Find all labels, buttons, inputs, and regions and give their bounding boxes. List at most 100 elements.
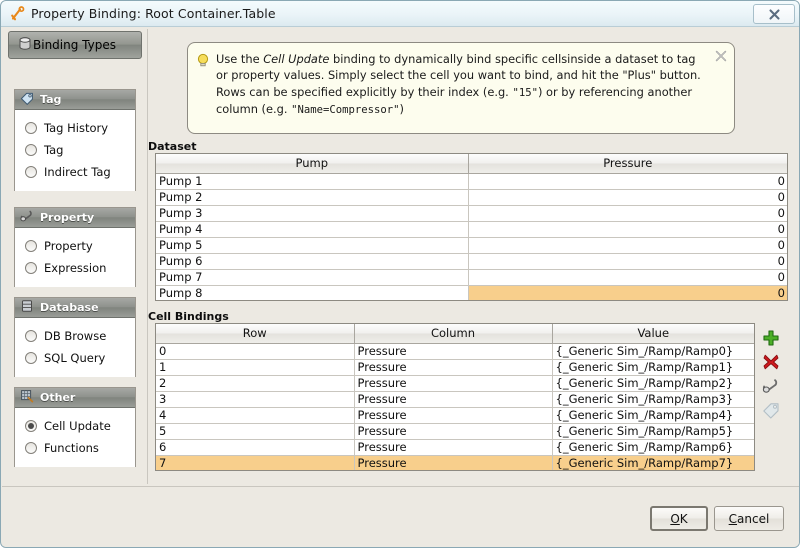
cell-bindings-actions <box>760 327 788 423</box>
window-close-button[interactable] <box>753 4 795 24</box>
radio-label: Indirect Tag <box>44 165 111 179</box>
add-binding-button[interactable] <box>760 327 782 349</box>
table-row[interactable]: 6 Pressure {_Generic Sim_/Ramp/Ramp6} <box>156 439 754 455</box>
table-row[interactable]: Pump 7 0 <box>156 269 787 285</box>
radio-indirect-tag[interactable]: Indirect Tag <box>25 161 135 183</box>
dataset-cell-pump[interactable]: Pump 1 <box>156 173 468 189</box>
section-header-database[interactable]: Database <box>15 298 135 318</box>
cb-cell-value[interactable]: {_Generic Sim_/Ramp/Ramp6} <box>552 439 754 455</box>
radio-label: Property <box>44 239 93 253</box>
table-row[interactable]: Pump 8 0 <box>156 285 787 301</box>
cb-cell-row[interactable]: 2 <box>156 375 354 391</box>
main-content: Use the Cell Update binding to dynamical… <box>148 27 800 486</box>
dataset-col-header[interactable]: Pump <box>156 154 468 173</box>
radio-sql-query[interactable]: SQL Query <box>25 347 135 369</box>
table-row[interactable]: 5 Pressure {_Generic Sim_/Ramp/Ramp5} <box>156 423 754 439</box>
table-row[interactable]: Pump 4 0 <box>156 221 787 237</box>
bind-tag-button[interactable] <box>760 399 782 421</box>
table-row[interactable]: Pump 6 0 <box>156 253 787 269</box>
ok-button[interactable]: OK <box>650 506 708 531</box>
dataset-cell-pump[interactable]: Pump 6 <box>156 253 468 269</box>
info-text-4: ) <box>400 102 404 116</box>
radio-db-browse[interactable]: DB Browse <box>25 325 135 347</box>
radio-tag[interactable]: Tag <box>25 139 135 161</box>
dataset-cell-pump[interactable]: Pump 3 <box>156 205 468 221</box>
radio-label: Tag <box>44 143 63 157</box>
dataset-cell-pressure[interactable]: 0 <box>468 205 787 221</box>
dataset-label: Dataset <box>148 140 197 153</box>
cb-cell-row[interactable]: 4 <box>156 407 354 423</box>
dataset-cell-pressure[interactable]: 0 <box>468 237 787 253</box>
cb-cell-value[interactable]: {_Generic Sim_/Ramp/Ramp2} <box>552 375 754 391</box>
info-text-1: Use the <box>216 52 263 66</box>
cb-cell-value[interactable]: {_Generic Sim_/Ramp/Ramp5} <box>552 423 754 439</box>
cb-cell-value[interactable]: {_Generic Sim_/Ramp/Ramp3} <box>552 391 754 407</box>
radio-tag-history[interactable]: Tag History <box>25 117 135 139</box>
radio-property[interactable]: Property <box>25 235 135 257</box>
radio-functions[interactable]: Functions <box>25 437 135 459</box>
dataset-cell-pressure[interactable]: 0 <box>468 173 787 189</box>
dataset-cell-pressure[interactable]: 0 <box>468 269 787 285</box>
cb-cell-column[interactable]: Pressure <box>354 343 552 359</box>
cb-cell-row[interactable]: 1 <box>156 359 354 375</box>
table-row[interactable]: Pump 5 0 <box>156 237 787 253</box>
dataset-cell-pressure-selected[interactable]: 0 <box>468 285 787 301</box>
dataset-cell-pump[interactable]: Pump 2 <box>156 189 468 205</box>
dataset-cell-pump[interactable]: Pump 8 <box>156 285 468 301</box>
radio-cell-update[interactable]: Cell Update <box>25 415 135 437</box>
delete-binding-button[interactable] <box>760 351 782 373</box>
cb-cell-value[interactable]: {_Generic Sim_/Ramp/Ramp7} <box>552 455 754 471</box>
cb-cell-row[interactable]: 5 <box>156 423 354 439</box>
cb-cell-value[interactable]: {_Generic Sim_/Ramp/Ramp1} <box>552 359 754 375</box>
bind-property-button[interactable] <box>760 375 782 397</box>
cb-cell-row[interactable]: 7 <box>156 455 354 471</box>
section-header-other[interactable]: Other <box>15 388 135 408</box>
cb-cell-column[interactable]: Pressure <box>354 439 552 455</box>
cb-cell-column[interactable]: Pressure <box>354 423 552 439</box>
cancel-rest: ancel <box>737 512 769 526</box>
cb-cell-row[interactable]: 3 <box>156 391 354 407</box>
cell-bindings-table[interactable]: Row Column Value 0 Pressure {_Generic Si… <box>155 323 755 471</box>
table-row[interactable]: 2 Pressure {_Generic Sim_/Ramp/Ramp2} <box>156 375 754 391</box>
table-row[interactable]: Pump 1 0 <box>156 173 787 189</box>
dataset-table[interactable]: Pump Pressure Pump 1 0 Pump 2 0 Pump 3 <box>155 153 788 301</box>
dataset-cell-pressure[interactable]: 0 <box>468 221 787 237</box>
dataset-cell-pump[interactable]: Pump 5 <box>156 237 468 253</box>
table-row[interactable]: 3 Pressure {_Generic Sim_/Ramp/Ramp3} <box>156 391 754 407</box>
sidebar-section-property: Property Property Expression <box>14 207 136 287</box>
table-row[interactable]: Pump 2 0 <box>156 189 787 205</box>
dataset-cell-pressure[interactable]: 0 <box>468 253 787 269</box>
radio-label: Tag History <box>44 121 108 135</box>
cb-cell-column[interactable]: Pressure <box>354 359 552 375</box>
radio-label: SQL Query <box>44 351 105 365</box>
cancel-button[interactable]: Cancel <box>714 506 784 531</box>
cb-col-header-value[interactable]: Value <box>552 324 754 343</box>
cb-cell-value[interactable]: {_Generic Sim_/Ramp/Ramp0} <box>552 343 754 359</box>
cb-cell-row[interactable]: 0 <box>156 343 354 359</box>
cb-col-header-row[interactable]: Row <box>156 324 354 343</box>
cb-cell-column[interactable]: Pressure <box>354 375 552 391</box>
cb-cell-row[interactable]: 6 <box>156 439 354 455</box>
table-row[interactable]: 1 Pressure {_Generic Sim_/Ramp/Ramp1} <box>156 359 754 375</box>
info-banner: Use the Cell Update binding to dynamical… <box>187 42 735 134</box>
dataset-cell-pressure[interactable]: 0 <box>468 189 787 205</box>
red-x-icon <box>762 353 780 371</box>
radio-expression[interactable]: Expression <box>25 257 135 279</box>
table-row[interactable]: 0 Pressure {_Generic Sim_/Ramp/Ramp0} <box>156 343 754 359</box>
cb-col-header-column[interactable]: Column <box>354 324 552 343</box>
cb-cell-column[interactable]: Pressure <box>354 455 552 471</box>
cb-cell-column[interactable]: Pressure <box>354 407 552 423</box>
table-row[interactable]: Pump 3 0 <box>156 205 787 221</box>
dataset-cell-pump[interactable]: Pump 7 <box>156 269 468 285</box>
sidebar-header-binding-types[interactable]: Binding Types <box>8 31 142 59</box>
table-row[interactable]: 4 Pressure {_Generic Sim_/Ramp/Ramp4} <box>156 407 754 423</box>
section-header-tag[interactable]: Tag <box>15 90 135 110</box>
cb-cell-column[interactable]: Pressure <box>354 391 552 407</box>
dataset-cell-pump[interactable]: Pump 4 <box>156 221 468 237</box>
info-close-icon[interactable] <box>715 50 727 65</box>
section-header-property[interactable]: Property <box>15 208 135 228</box>
dataset-col-header[interactable]: Pressure <box>468 154 787 173</box>
cb-cell-value[interactable]: {_Generic Sim_/Ramp/Ramp4} <box>552 407 754 423</box>
table-row-selected[interactable]: 7 Pressure {_Generic Sim_/Ramp/Ramp7} <box>156 455 754 471</box>
section-label: Other <box>40 391 75 404</box>
